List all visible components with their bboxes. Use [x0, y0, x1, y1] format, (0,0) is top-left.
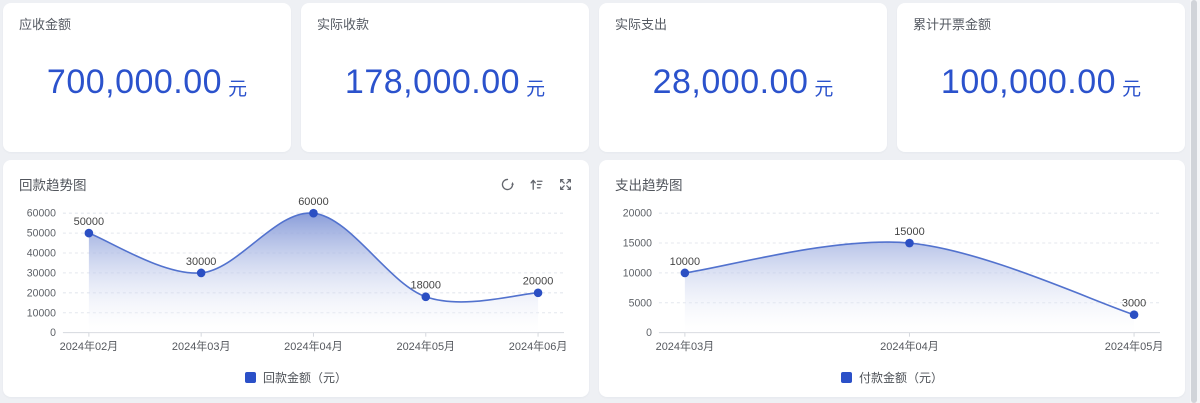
svg-text:2024年04月: 2024年04月	[880, 339, 939, 353]
chart-title: 回款趋势图	[19, 178, 87, 193]
stat-value-row: 28,000.00 元	[615, 34, 871, 139]
svg-text:2024年05月: 2024年05月	[396, 339, 455, 353]
svg-text:5000: 5000	[629, 297, 652, 309]
charts-row: 回款趋势图 0 10000 20000 30000 40000 50000 60…	[3, 160, 1185, 397]
stat-value: 700,000.00	[46, 63, 223, 101]
stat-title: 实际收款	[317, 17, 370, 32]
scrollbar[interactable]	[1190, 0, 1200, 403]
svg-text:60000: 60000	[298, 196, 329, 208]
stat-title: 累计开票金额	[913, 17, 992, 32]
svg-text:50000: 50000	[74, 216, 105, 228]
legend-item-payment[interactable]: 付款金额（元）	[615, 365, 1169, 389]
stat-card-received: 实际收款 178,000.00 元	[301, 3, 589, 152]
legend-swatch	[840, 371, 852, 383]
svg-text:60000: 60000	[27, 208, 56, 220]
svg-text:2024年02月: 2024年02月	[60, 339, 119, 353]
stat-value-row: 100,000.00 元	[913, 34, 1169, 139]
expense-trend-chart-canvas[interactable]: 0 5000 10000 15000 20000 2024年03月 2024年04月 2024…	[615, 197, 1169, 365]
stat-value-row: 700,000.00 元	[19, 34, 275, 139]
chart-title: 支出趋势图	[615, 178, 683, 193]
svg-text:0: 0	[50, 327, 56, 339]
stat-value: 178,000.00	[344, 63, 521, 101]
chart-header: 回款趋势图	[19, 173, 573, 195]
svg-text:2024年04月: 2024年04月	[284, 339, 343, 353]
fullscreen-icon[interactable]	[558, 177, 573, 192]
svg-text:20000: 20000	[27, 287, 56, 299]
legend-label: 回款金额（元）	[262, 370, 347, 385]
svg-text:3000: 3000	[1122, 298, 1146, 310]
svg-text:50000: 50000	[27, 228, 56, 240]
svg-text:30000: 30000	[27, 267, 56, 279]
svg-text:2024年06月: 2024年06月	[509, 339, 568, 353]
scrollbar-thumb[interactable]	[1191, 0, 1197, 403]
svg-text:2024年03月: 2024年03月	[172, 339, 231, 353]
stat-title: 实际支出	[615, 17, 668, 32]
svg-text:20000: 20000	[523, 276, 554, 288]
dashboard: 应收金额 700,000.00 元 实际收款 178,000.00 元 实际支出…	[3, 3, 1185, 397]
svg-text:10000: 10000	[670, 256, 701, 268]
stat-value: 28,000.00	[652, 63, 809, 101]
refresh-icon[interactable]	[500, 177, 515, 192]
stat-value: 100,000.00	[940, 63, 1117, 101]
chart-toolbar	[500, 177, 573, 192]
legend-swatch	[244, 371, 256, 383]
svg-text:10000: 10000	[623, 267, 652, 279]
repayment-trend-chart-canvas[interactable]: 0 10000 20000 30000 40000 50000 60000 2024年02月 2…	[19, 196, 573, 365]
stat-unit: 元	[814, 79, 834, 100]
svg-text:20000: 20000	[623, 208, 652, 220]
stat-unit: 元	[526, 79, 546, 100]
stat-card-receivable: 应收金额 700,000.00 元	[3, 3, 291, 152]
chart-card-repayment-trend: 回款趋势图 0 10000 20000 30000 40000 50000 60…	[3, 160, 589, 397]
stat-value-row: 178,000.00 元	[317, 34, 573, 139]
stats-row: 应收金额 700,000.00 元 实际收款 178,000.00 元 实际支出…	[3, 3, 1185, 152]
svg-text:15000: 15000	[623, 238, 652, 250]
sort-asc-icon[interactable]	[529, 177, 544, 192]
chart-header: 支出趋势图	[615, 173, 1169, 195]
svg-text:40000: 40000	[27, 247, 56, 259]
stat-card-invoiced-total: 累计开票金额 100,000.00 元	[897, 3, 1185, 152]
stat-unit: 元	[228, 79, 248, 100]
legend-item-repayment[interactable]: 回款金额（元）	[19, 365, 573, 389]
svg-text:2024年03月: 2024年03月	[656, 339, 715, 353]
svg-text:30000: 30000	[186, 256, 217, 268]
svg-text:2024年05月: 2024年05月	[1105, 339, 1164, 353]
svg-text:15000: 15000	[894, 226, 925, 238]
svg-text:0: 0	[646, 327, 652, 339]
stat-title: 应收金额	[19, 17, 72, 32]
chart-card-expense-trend: 支出趋势图 0 5000 10000 15000 20000 2024年03月 2024年0…	[599, 160, 1185, 397]
stat-unit: 元	[1122, 79, 1142, 100]
legend-label: 付款金额（元）	[858, 370, 943, 385]
svg-text:10000: 10000	[27, 307, 56, 319]
stat-card-expense: 实际支出 28,000.00 元	[599, 3, 887, 152]
svg-text:18000: 18000	[411, 280, 442, 292]
